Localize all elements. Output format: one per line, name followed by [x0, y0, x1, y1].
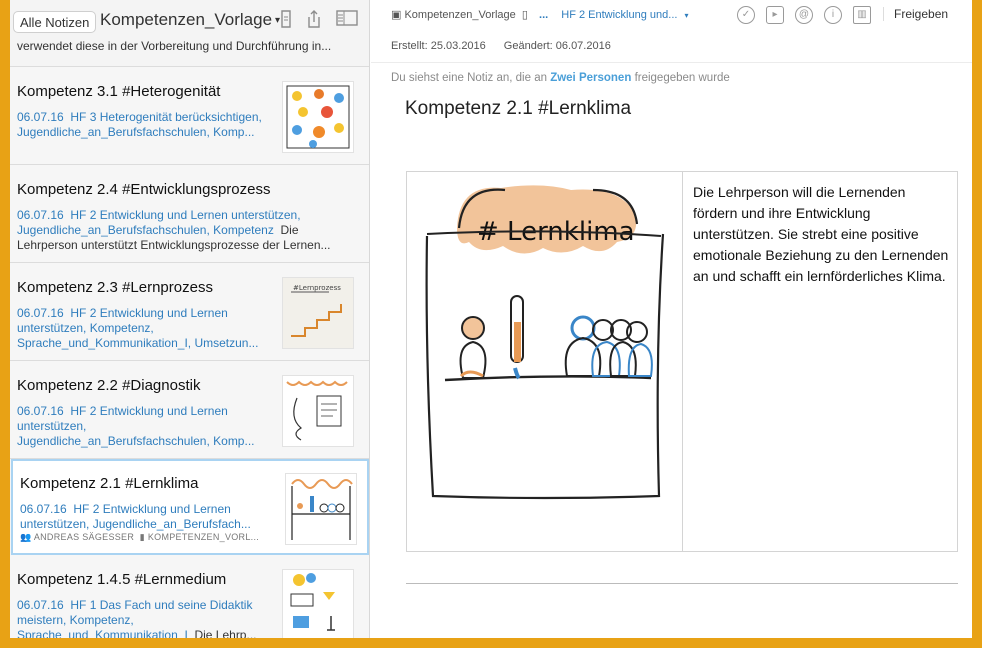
note-title: Kompetenz 2.3 #Lernprozess	[17, 279, 213, 296]
note-meta: 06.07.16 HF 1 Das Fach und seine Didakti…	[17, 598, 267, 638]
app-window: Alle Notizen Kompetenzen_Vorlage ▾ verwen…	[10, 0, 972, 638]
note-date: 06.07.16	[17, 598, 64, 612]
note-thumbnail: #Lernprozess	[282, 277, 354, 349]
note-date: 06.07.16	[17, 208, 64, 222]
notebook-title: Kompetenzen_Vorlage	[100, 10, 273, 29]
note-footer: 👥 ANDREAS SÄGESSER ▮ KOMPETENZEN_VORL...	[20, 532, 259, 543]
divider	[406, 583, 958, 584]
note-author: ANDREAS SÄGESSER	[33, 532, 135, 542]
present-icon[interactable]: ▸	[766, 6, 784, 24]
list-item[interactable]: Kompetenz 2.4 #Entwicklungsprozess 06.07…	[10, 165, 369, 263]
mention-icon[interactable]: @	[795, 6, 813, 24]
note-thumbnail	[285, 473, 357, 545]
note-meta: 06.07.16 HF 2 Entwicklung und Lernen unt…	[17, 306, 267, 351]
svg-text:#Lernprozess: #Lernprozess	[293, 284, 341, 292]
note-snippet: Die Lehrp...	[194, 628, 257, 638]
breadcrumb-notebook[interactable]: Kompetenzen_Vorlage	[404, 9, 515, 21]
info-icon[interactable]: i	[824, 6, 842, 24]
note-title: Kompetenz 1.4.5 #Lernmedium	[17, 571, 227, 588]
shared-users-icon: 👥	[20, 532, 32, 542]
note-title: Kompetenz 3.1 #Heterogenität	[17, 83, 221, 100]
note-meta: 06.07.16 HF 2 Entwicklung und Lernen unt…	[20, 502, 270, 532]
chevron-down-icon[interactable]: ▾	[685, 11, 689, 20]
note-meta: 06.07.16 HF 3 Heterogenität berücksichti…	[17, 110, 267, 140]
note-heading[interactable]: Kompetenz 2.1 #Lernklima	[405, 98, 631, 120]
note-meta: 06.07.16 HF 2 Entwicklung und Lernen unt…	[17, 404, 267, 449]
note-table: # Lernklima Die Lehrperson will die Lern…	[406, 171, 958, 552]
reminder-icon[interactable]: ✓	[737, 6, 755, 24]
share-info: Du siehst eine Notiz an, die an Zwei Per…	[391, 72, 730, 84]
trash-icon[interactable]: ▥	[853, 6, 871, 24]
tag-icon: ▯	[521, 9, 528, 21]
shared-people-link[interactable]: Zwei Personen	[550, 72, 631, 84]
notebook-icon: ▣	[391, 9, 402, 21]
note-notebook: KOMPETENZEN_VORL...	[147, 532, 260, 542]
share-button[interactable]: Freigeben	[883, 7, 948, 21]
created-date: Erstellt: 25.03.2016	[391, 40, 486, 52]
all-notes-button[interactable]: Alle Notizen	[13, 11, 97, 33]
share-suffix: freigegeben wurde	[634, 72, 730, 84]
lernklima-sketch: # Lernklima	[425, 185, 665, 500]
note-list: verwendet diese in der Vorbereitung und …	[10, 40, 369, 638]
note-date: 06.07.16	[17, 404, 64, 418]
breadcrumb: ▣ Kompetenzen_Vorlage ▯ ... HF 2 Entwick…	[391, 8, 689, 21]
note-title: Kompetenz 2.2 #Diagnostik	[17, 377, 201, 394]
share-icon[interactable]	[304, 10, 324, 30]
note-meta: 06.07.16 HF 2 Entwicklung und Lernen unt…	[17, 208, 362, 253]
breadcrumb-more[interactable]: ...	[539, 9, 548, 21]
changed-date: Geändert: 06.07.2016	[503, 40, 611, 52]
list-item[interactable]: Kompetenz 2.3 #Lernprozess 06.07.16 HF 2…	[10, 263, 369, 361]
note-thumbnail	[282, 375, 354, 447]
list-item[interactable]: Kompetenz 3.1 #Heterogenität 06.07.16 HF…	[10, 67, 369, 165]
note-thumbnail	[282, 569, 354, 638]
list-item-partial[interactable]: verwendet diese in der Vorbereitung und …	[10, 40, 369, 67]
note-thumbnail	[282, 81, 354, 153]
note-date: 06.07.16	[20, 502, 67, 516]
divider	[371, 62, 972, 63]
note-title: Kompetenz 2.1 #Lernklima	[20, 475, 199, 492]
list-item-selected[interactable]: Kompetenz 2.1 #Lernklima 06.07.16 HF 2 E…	[11, 459, 369, 555]
note-list-pane: Alle Notizen Kompetenzen_Vorlage ▾ verwen…	[10, 0, 370, 638]
note-date: 06.07.16	[17, 306, 64, 320]
tag-icon[interactable]	[276, 10, 296, 30]
table-cell-image: # Lernklima	[407, 172, 683, 551]
table-cell-text[interactable]: Die Lehrperson will die Lernenden förder…	[693, 182, 951, 287]
list-item[interactable]: Kompetenz 1.4.5 #Lernmedium 06.07.16 HF …	[10, 555, 369, 638]
note-date: 06.07.16	[17, 110, 64, 124]
note-list-toolbar: Alle Notizen Kompetenzen_Vorlage ▾	[10, 0, 369, 40]
note-dates: Erstellt: 25.03.2016 Geändert: 06.07.2016	[391, 40, 611, 52]
breadcrumb-tag[interactable]: HF 2 Entwicklung und...	[561, 9, 677, 21]
note-title: Kompetenz 2.4 #Entwicklungsprozess	[17, 181, 271, 198]
notebook-icon: ▮	[139, 532, 146, 542]
layout-icon[interactable]	[335, 10, 359, 30]
note-editor: ▣ Kompetenzen_Vorlage ▯ ... HF 2 Entwick…	[371, 0, 972, 638]
share-prefix: Du siehst eine Notiz an, die an	[391, 72, 547, 84]
notebook-selector[interactable]: Kompetenzen_Vorlage ▾	[100, 10, 280, 30]
list-item[interactable]: Kompetenz 2.2 #Diagnostik 06.07.16 HF 2 …	[10, 361, 369, 459]
